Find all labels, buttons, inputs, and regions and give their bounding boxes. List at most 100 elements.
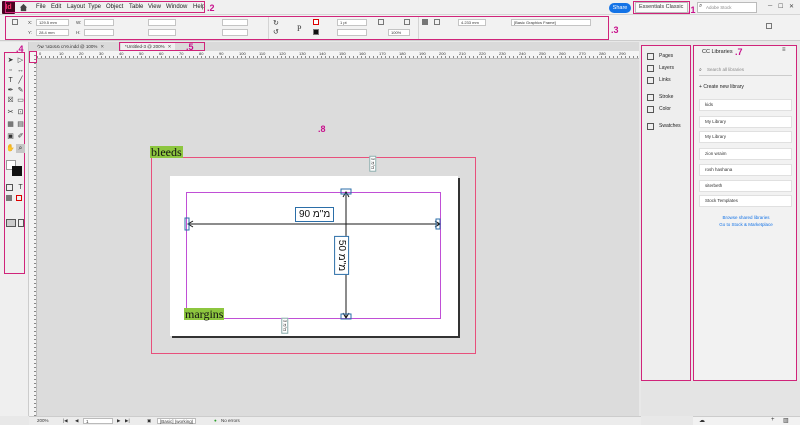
- line-tool-icon[interactable]: ╱: [16, 76, 25, 85]
- ruler-number: 210: [459, 51, 466, 56]
- ruler-number: 0: [39, 51, 42, 56]
- gear-icon[interactable]: [766, 23, 772, 29]
- document-tab-bar: פרט ממוסגר שלי.indd @ 100% ✕ *Untitled-3 …: [29, 42, 639, 52]
- add-icon[interactable]: +: [771, 417, 775, 423]
- free-transform-tool-icon[interactable]: ⊡: [16, 108, 25, 117]
- prev-page-icon[interactable]: ◀: [75, 418, 78, 424]
- next-page-icon[interactable]: ▶: [117, 418, 120, 424]
- vertical-ruler[interactable]: [29, 51, 37, 416]
- ruler-number: 180: [399, 51, 406, 56]
- share-button[interactable]: Share: [609, 3, 631, 13]
- ruler-number: 80: [199, 51, 204, 56]
- ruler-number: 140: [319, 51, 326, 56]
- control-panel: X: 129.5 mm Y: 28.4 mm W: H: ↻ ↺ P 1 pt …: [0, 15, 800, 41]
- first-page-icon[interactable]: |◀: [63, 418, 68, 424]
- note-tool-icon[interactable]: ▣: [6, 132, 15, 141]
- callout-8: .8: [318, 124, 326, 134]
- ruler-number: 160: [359, 51, 366, 56]
- ruler-number: 170: [379, 51, 386, 56]
- ruler-number: 130: [299, 51, 306, 56]
- rectangle-tool-icon[interactable]: ▭: [16, 96, 25, 105]
- screen-mode-icon[interactable]: [18, 219, 24, 227]
- callout-box-ruler-origin: [29, 51, 37, 63]
- page-tool-icon[interactable]: ▫: [6, 66, 15, 75]
- ruler-number: 240: [519, 51, 526, 56]
- rectangle-frame-tool-icon[interactable]: ☒: [6, 96, 15, 105]
- bleeds-label: bleeds: [150, 145, 183, 159]
- callout-box-panels: [641, 45, 691, 381]
- callout-2: .2: [207, 3, 215, 13]
- horizontal-ruler[interactable]: 0 10 20 30 40 50 60 70 80 90 100 110 120…: [37, 51, 639, 59]
- trash-icon[interactable]: ▥: [783, 417, 789, 424]
- hand-tool-icon[interactable]: ✋: [6, 144, 15, 153]
- ruler-number: 20: [79, 51, 84, 56]
- callout-box-control: [5, 16, 609, 40]
- apply-color-icon[interactable]: [6, 195, 12, 201]
- height-dimension-label: 50 מ"מ: [334, 235, 350, 276]
- bleed-dimension-top: 3 מ"מ: [369, 155, 377, 172]
- type-tool-icon[interactable]: T: [6, 76, 15, 85]
- ruler-number: 230: [499, 51, 506, 56]
- callout-4: .4: [16, 44, 24, 54]
- maximize-icon[interactable]: ☐: [778, 3, 783, 10]
- ruler-number: 50: [139, 51, 144, 56]
- selection-tool-icon[interactable]: ➤: [6, 56, 15, 65]
- direct-selection-tool-icon[interactable]: ▷: [16, 56, 25, 65]
- gap-tool-icon[interactable]: ↔: [16, 66, 25, 75]
- page-number-field[interactable]: 1: [83, 418, 113, 424]
- minimize-icon[interactable]: ─: [768, 3, 772, 9]
- library-footer: ☁ + ▥: [693, 416, 800, 425]
- tab-label: פרט ממוסגר שלי.indd @ 100%: [37, 44, 98, 49]
- ruler-number: 260: [559, 51, 566, 56]
- ruler-number: 110: [259, 51, 266, 56]
- cloud-icon[interactable]: ☁: [699, 417, 705, 424]
- preflight-profile[interactable]: [Basic] (working): [157, 418, 197, 424]
- callout-box-menu: [5, 1, 205, 13]
- gradient-feather-icon[interactable]: ▤: [16, 120, 25, 129]
- pen-tool-icon[interactable]: ✒: [6, 86, 15, 95]
- formatting-container-icon[interactable]: [6, 184, 13, 191]
- pencil-tool-icon[interactable]: ✎: [16, 86, 25, 95]
- status-ok-icon: ●: [214, 418, 217, 423]
- tab-document-1[interactable]: פרט ממוסגר שלי.indd @ 100% ✕: [33, 42, 108, 51]
- callout-1: .1: [688, 5, 696, 15]
- apply-none-icon[interactable]: [16, 195, 22, 201]
- ruler-number: 90: [219, 51, 224, 56]
- menu-bar: Id File Edit Layout Type Object Table Vi…: [0, 0, 800, 19]
- bleed-dimension-bottom: 3 מ"מ: [281, 317, 289, 334]
- last-page-icon[interactable]: ▶|: [125, 418, 130, 424]
- width-dimension-label: 90 מ"מ: [295, 207, 335, 222]
- ruler-number: 270: [579, 51, 586, 56]
- errors-text: No errors: [221, 418, 240, 423]
- ruler-number: 70: [179, 51, 184, 56]
- tools-panel: .4 ➤ ▷ ▫ ↔ T ╱ ✒ ✎ ☒ ▭ ✂ ⊡ ▦ ▤ ▣ ✐ ✋ ⌕ T: [0, 42, 29, 416]
- zoom-level[interactable]: 200%: [37, 418, 49, 423]
- ruler-number: 120: [279, 51, 286, 56]
- gradient-tool-icon[interactable]: ▦: [6, 120, 15, 129]
- ruler-number: 290: [619, 51, 626, 56]
- panel-empty-area: [641, 381, 800, 416]
- ruler-number: 190: [419, 51, 426, 56]
- formatting-text-icon[interactable]: T: [16, 183, 25, 192]
- close-icon[interactable]: ✕: [100, 44, 104, 49]
- scissors-tool-icon[interactable]: ✂: [6, 108, 15, 117]
- ruler-number: 40: [119, 51, 124, 56]
- close-icon[interactable]: ✕: [789, 3, 794, 10]
- stock-search-input[interactable]: Adobe Stock: [697, 2, 757, 13]
- eyedropper-tool-icon[interactable]: ✐: [16, 132, 25, 141]
- ruler-number: 30: [99, 51, 104, 56]
- ruler-number: 10: [59, 51, 64, 56]
- callout-box-libraries: [693, 45, 797, 381]
- callout-box-workspace: [633, 1, 690, 14]
- ruler-number: 250: [539, 51, 546, 56]
- ruler-number: 60: [159, 51, 164, 56]
- stroke-icon[interactable]: [12, 166, 22, 176]
- zoom-tool-icon[interactable]: ⌕: [16, 144, 25, 153]
- ruler-number: 220: [479, 51, 486, 56]
- ruler-number: 150: [339, 51, 346, 56]
- margins-label: margins: [184, 307, 225, 321]
- ruler-number: 200: [439, 51, 446, 56]
- normal-view-icon[interactable]: [6, 219, 16, 227]
- open-page-icon[interactable]: ▣: [147, 418, 151, 424]
- status-bar: 200% |◀ ◀ 1 ▶ ▶| ▣ [Basic] (working) ● N…: [29, 416, 641, 425]
